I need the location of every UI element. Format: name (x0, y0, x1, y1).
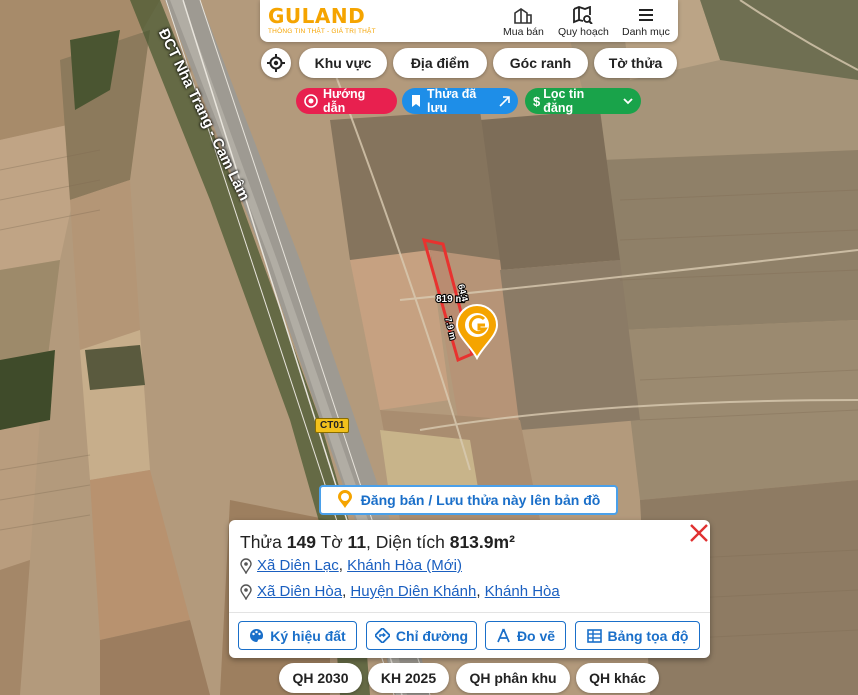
bookmark-icon (410, 94, 422, 108)
commune-link[interactable]: Xã Diên Lạc (257, 557, 339, 574)
saved-label: Thửa đã lưu (427, 87, 477, 115)
sheet-number: 11 (347, 532, 367, 552)
post-label: Đăng bán / Lưu thửa này lên bản đồ (360, 492, 601, 508)
action-label: Bảng tọa độ (607, 627, 689, 644)
nav-label: Danh mục (622, 26, 670, 38)
logo-tagline: THÔNG TIN THẬT - GIÁ TRỊ THẬT (268, 28, 376, 35)
map-pin-icon (240, 583, 252, 600)
address-new: Xã Diên Lạc, Khánh Hòa (Mới) (240, 557, 462, 574)
parcel-title: Thửa 149 Tờ 11, Diện tích 813.9m² (240, 532, 515, 552)
locate-button[interactable] (261, 48, 291, 78)
listing-filter-button[interactable]: $ Lọc tin đăng (525, 87, 641, 115)
directions-icon (374, 628, 390, 643)
palette-icon (249, 628, 264, 643)
tab-kh-2025[interactable]: KH 2025 (368, 663, 449, 693)
listing-filter-label: Lọc tin đăng (543, 87, 585, 115)
dollar-icon: $ (533, 93, 541, 109)
tab-qh-phan-khu[interactable]: QH phân khu (456, 663, 570, 693)
external-arrow-icon (499, 95, 510, 107)
nav-label: Quy hoạch (558, 26, 609, 38)
map-pin-icon (240, 557, 252, 574)
crosshair-icon (267, 54, 285, 72)
directions-button[interactable]: Chỉ đường (366, 621, 477, 650)
guide-button[interactable]: Hướng dẫn (296, 87, 397, 115)
map-search-icon (573, 6, 594, 24)
tab-qh-2030[interactable]: QH 2030 (279, 663, 362, 693)
chip-goc-ranh[interactable]: Góc ranh (493, 48, 588, 78)
chevron-down-icon (623, 97, 633, 105)
address-old: Xã Diên Hòa, Huyện Diên Khánh, Khánh Hòa (240, 583, 560, 600)
saved-parcels-button[interactable]: Thửa đã lưu (402, 87, 518, 115)
province-link[interactable]: Khánh Hòa (Mới) (347, 557, 462, 574)
action-label: Ký hiệu đất (270, 627, 346, 644)
nav-danh-muc[interactable]: Danh mục (622, 6, 670, 38)
district-link[interactable]: Huyện Diên Khánh (350, 583, 476, 600)
building-icon (514, 8, 533, 24)
land-symbol-button[interactable]: Ký hiệu đất (238, 621, 357, 650)
chip-khu-vuc[interactable]: Khu vực (299, 48, 387, 78)
parcel-info-card: Thửa 149 Tờ 11, Diện tích 813.9m² Xã Diê… (229, 520, 710, 658)
guland-pin-icon (337, 489, 353, 512)
parcel-area: 813.9m² (449, 532, 515, 552)
guland-logo[interactable]: GULAND THÔNG TIN THẬT - GIÁ TRỊ THẬT (268, 6, 376, 35)
top-header: GULAND THÔNG TIN THẬT - GIÁ TRỊ THẬT Mua… (260, 0, 678, 42)
chip-to-thua[interactable]: Tờ thửa (594, 48, 677, 78)
road-shield: CT01 (315, 418, 350, 433)
chip-dia-diem[interactable]: Địa điểm (393, 48, 487, 78)
guide-label: Hướng dẫn (323, 87, 366, 115)
nav-label: Mua bán (503, 26, 544, 38)
tab-qh-khac[interactable]: QH khác (576, 663, 659, 693)
nav-quy-hoach[interactable]: Quy hoạch (558, 6, 609, 38)
logo-text: GULAND (268, 4, 366, 28)
table-icon (586, 628, 602, 643)
post-parcel-button[interactable]: Đăng bán / Lưu thửa này lên bản đồ (319, 485, 618, 515)
commune-link[interactable]: Xã Diên Hòa (257, 583, 342, 600)
parcel-number: 149 (286, 532, 316, 552)
menu-icon (638, 9, 653, 21)
close-icon[interactable] (688, 522, 710, 544)
measure-icon (496, 628, 511, 643)
nav-mua-ban[interactable]: Mua bán (503, 6, 544, 38)
action-label: Chỉ đường (395, 627, 469, 644)
card-divider (229, 612, 710, 613)
province-link[interactable]: Khánh Hòa (485, 583, 560, 600)
target-icon (304, 94, 318, 108)
coordinate-table-button[interactable]: Bảng tọa độ (575, 621, 700, 650)
measure-button[interactable]: Đo vẽ (485, 621, 566, 650)
action-label: Đo vẽ (516, 627, 556, 644)
